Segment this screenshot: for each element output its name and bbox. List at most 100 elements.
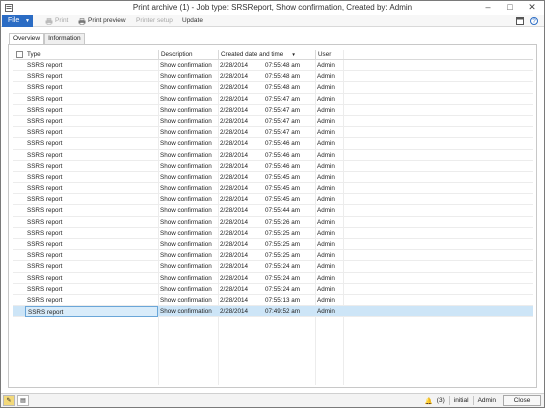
cell-time: 07:55:25 am	[265, 229, 301, 237]
tab-information[interactable]: Information	[44, 33, 85, 44]
table-row[interactable]: SSRS report Show confirmation 2/28/2014 07:…	[13, 116, 533, 128]
file-menu-button[interactable]: File ▼	[2, 15, 33, 27]
print-button[interactable]: Print	[45, 15, 68, 27]
cell-description: Show confirmation	[160, 241, 212, 248]
column-header-type[interactable]: Type	[25, 50, 158, 60]
cell-user: Admin	[317, 151, 335, 159]
cell-type: SSRS report	[27, 185, 63, 193]
printer-setup-button[interactable]: Printer setup	[136, 15, 173, 27]
column-header-description[interactable]: Description	[158, 50, 218, 60]
cell-user: Admin	[317, 129, 335, 137]
minimize-button[interactable]: –	[482, 2, 494, 13]
cell-date: 2/28/2014	[220, 73, 249, 81]
table-row[interactable]: SSRS report Show confirmation 2/28/2014 07:…	[13, 306, 533, 318]
cell-date: 2/28/2014	[220, 151, 249, 159]
cell-user: Admin	[317, 106, 335, 114]
cell-time: 07:55:24 am	[265, 285, 301, 293]
cell-type: SSRS report	[27, 196, 63, 204]
cell-date: 2/28/2014	[220, 241, 249, 248]
cell-time: 07:49:52 am	[265, 308, 301, 316]
cell-user: Admin	[317, 140, 335, 148]
cell-type: SSRS report	[27, 129, 63, 137]
cell-type: SSRS report	[27, 95, 63, 103]
table-row[interactable]: SSRS report Show confirmation 2/28/2014 07:…	[13, 205, 533, 217]
cell-type: SSRS report	[27, 173, 63, 181]
table-row[interactable]: SSRS report Show confirmation 2/28/2014 07:…	[13, 284, 533, 295]
cell-user: Admin	[317, 62, 335, 69]
window-layout-icon[interactable]	[516, 17, 524, 25]
table-row[interactable]: SSRS report Show confirmation 2/28/2014 07:…	[13, 172, 533, 184]
cell-type: SSRS report	[27, 285, 63, 293]
cell-type: SSRS report	[27, 252, 63, 260]
table-row[interactable]: SSRS report Show confirmation 2/28/2014 07:…	[13, 239, 533, 251]
table-row[interactable]: SSRS report Show confirmation 2/28/2014 07:…	[13, 71, 533, 83]
print-label: Print	[55, 17, 69, 24]
cell-time: 07:55:47 am	[265, 117, 301, 125]
table-row[interactable]: SSRS report Show confirmation 2/28/2014 07:…	[13, 194, 533, 206]
table-row[interactable]: SSRS report Show confirmation 2/28/2014 07:…	[13, 94, 533, 105]
cell-time: 07:55:45 am	[265, 196, 301, 204]
cell-time: 07:55:48 am	[265, 62, 301, 69]
cell-time: 07:55:25 am	[265, 252, 301, 260]
cell-date: 2/28/2014	[220, 140, 249, 148]
cell-type: SSRS report	[27, 106, 63, 114]
maximize-button[interactable]: □	[504, 2, 516, 13]
table-row[interactable]: SSRS report Show confirmation 2/28/2014 07:…	[13, 250, 533, 262]
cell-time: 07:55:48 am	[265, 84, 301, 92]
close-window-button[interactable]: ✕	[526, 2, 538, 13]
grid-header: Type Description Created date and time ▼ …	[13, 50, 533, 60]
cell-date: 2/28/2014	[220, 308, 249, 316]
table-row[interactable]: SSRS report Show confirmation 2/28/2014 07:…	[13, 138, 533, 150]
cell-date: 2/28/2014	[220, 117, 249, 125]
cell-user: Admin	[317, 274, 335, 282]
select-all-checkbox[interactable]	[16, 51, 23, 58]
cell-description: Show confirmation	[160, 308, 212, 316]
cell-user: Admin	[317, 207, 335, 215]
cell-time: 07:55:46 am	[265, 151, 301, 159]
tab-overview[interactable]: Overview	[9, 33, 45, 44]
note-icon[interactable]: ✎	[3, 395, 15, 406]
table-row[interactable]: SSRS report Show confirmation 2/28/2014 07:…	[13, 228, 533, 239]
table-row[interactable]: SSRS report Show confirmation 2/28/2014 07:…	[13, 127, 533, 139]
cell-date: 2/28/2014	[220, 274, 249, 282]
table-row[interactable]: SSRS report Show confirmation 2/28/2014 07:…	[13, 295, 533, 307]
help-icon[interactable]: ?	[530, 17, 538, 25]
cell-user: Admin	[317, 263, 335, 271]
table-row[interactable]: SSRS report Show confirmation 2/28/2014 07:…	[13, 273, 533, 284]
cell-time: 07:55:13 am	[265, 296, 301, 304]
column-header-created[interactable]: Created date and time ▼	[218, 50, 315, 60]
table-row[interactable]: SSRS report Show confirmation 2/28/2014 07:…	[13, 105, 533, 116]
cell-user: Admin	[317, 117, 335, 125]
close-button[interactable]: Close	[503, 395, 541, 406]
update-button[interactable]: Update	[182, 15, 203, 27]
printer-setup-label: Printer setup	[136, 17, 173, 24]
cell-user: Admin	[317, 296, 335, 304]
table-row[interactable]: SSRS report Show confirmation 2/28/2014 07:…	[13, 82, 533, 94]
table-row[interactable]: SSRS report Show confirmation 2/28/2014 07:…	[13, 161, 533, 172]
cell-type: SSRS report	[27, 162, 63, 170]
cell-type: SSRS report	[27, 62, 63, 69]
document-icon[interactable]: ▤	[17, 395, 29, 406]
cell-description: Show confirmation	[160, 95, 212, 103]
cell-type: SSRS report	[27, 263, 63, 271]
file-menu-label: File	[8, 17, 20, 24]
cell-user: Admin	[317, 229, 335, 237]
cell-date: 2/28/2014	[220, 196, 249, 204]
cell-time: 07:55:24 am	[265, 274, 301, 282]
alert-icon[interactable]: 🔔	[425, 397, 433, 405]
cell-description: Show confirmation	[160, 252, 212, 260]
column-header-created-label: Created date and time	[221, 51, 284, 58]
cell-date: 2/28/2014	[220, 106, 249, 114]
cell-user: Admin	[317, 308, 335, 316]
column-header-user[interactable]: User	[315, 50, 343, 60]
cell-description: Show confirmation	[160, 84, 212, 92]
overview-panel: Type Description Created date and time ▼ …	[8, 44, 537, 388]
table-row[interactable]: SSRS report Show confirmation 2/28/2014 07:…	[13, 183, 533, 195]
cell-date: 2/28/2014	[220, 95, 249, 103]
table-row[interactable]: SSRS report Show confirmation 2/28/2014 07:…	[13, 60, 533, 72]
table-row[interactable]: SSRS report Show confirmation 2/28/2014 07:…	[13, 150, 533, 161]
table-row[interactable]: SSRS report Show confirmation 2/28/2014 07:…	[13, 217, 533, 228]
table-row[interactable]: SSRS report Show confirmation 2/28/2014 07:…	[13, 261, 533, 273]
print-preview-icon	[78, 17, 86, 25]
print-preview-button[interactable]: Print preview	[78, 15, 126, 27]
